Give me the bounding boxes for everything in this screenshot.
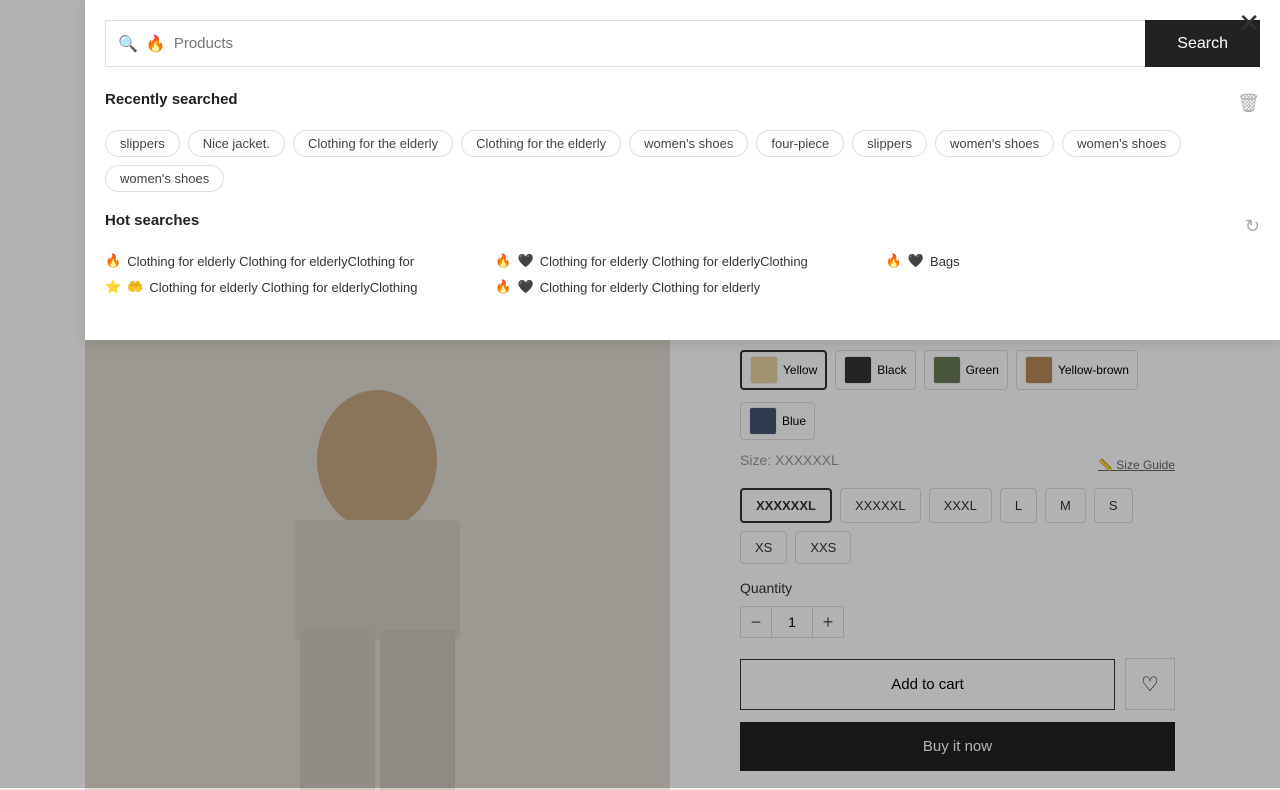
hot-searches-title: Hot searches: [105, 212, 199, 229]
hot-item-4-extra-icon: 🖤: [518, 279, 534, 295]
hot-item-1-extra-icon: 🖤: [518, 253, 534, 269]
recently-searched-title: Recently searched: [105, 91, 238, 108]
hot-item-4[interactable]: 🔥 🖤 Clothing for elderly Clothing for el…: [495, 279, 869, 295]
hot-item-3-icon: ⭐: [105, 279, 121, 295]
hot-item-1[interactable]: 🔥 🖤 Clothing for elderly Clothing for el…: [495, 253, 869, 269]
recent-tag-8[interactable]: women's shoes: [1062, 130, 1181, 157]
hot-item-3-extra-icon: 🤲: [127, 279, 143, 295]
fire-icon: 🔥: [146, 34, 166, 54]
hot-searches-header: Hot searches ↻: [105, 212, 1260, 241]
recent-tag-4[interactable]: women's shoes: [629, 130, 748, 157]
hot-item-4-text: Clothing for elderly Clothing for elderl…: [540, 280, 760, 295]
recent-tag-5[interactable]: four-piece: [756, 130, 844, 157]
recent-tags-container: slippers Nice jacket. Clothing for the e…: [105, 130, 1260, 192]
search-input[interactable]: [174, 21, 1133, 66]
recently-searched-header: Recently searched 🗑: [105, 91, 1260, 120]
hot-item-1-fire-icon: 🔥: [495, 253, 511, 269]
search-icon: 🔍: [118, 34, 138, 54]
hot-item-2-extra-icon: 🖤: [908, 253, 924, 269]
hot-item-0[interactable]: 🔥 Clothing for elderly Clothing for elde…: [105, 253, 479, 269]
hot-item-2-text: Bags: [930, 254, 960, 269]
hot-item-2-fire-icon: 🔥: [886, 253, 902, 269]
recent-tag-7[interactable]: women's shoes: [935, 130, 1054, 157]
close-button[interactable]: ✕: [1238, 10, 1260, 36]
hot-item-0-icon: 🔥: [105, 253, 121, 269]
hot-searches-grid: 🔥 Clothing for elderly Clothing for elde…: [105, 253, 1260, 295]
recent-tag-2[interactable]: Clothing for the elderly: [293, 130, 453, 157]
recent-tag-3[interactable]: Clothing for the elderly: [461, 130, 621, 157]
search-panel: 🔍 🔥 Search Recently searched 🗑 slippers …: [85, 0, 1280, 340]
recent-tag-1[interactable]: Nice jacket.: [188, 130, 285, 157]
refresh-icon[interactable]: ↻: [1245, 216, 1260, 237]
hot-item-2[interactable]: 🔥 🖤 Bags: [886, 253, 1260, 269]
search-input-wrap: 🔍 🔥: [105, 20, 1145, 67]
recent-tag-0[interactable]: slippers: [105, 130, 180, 157]
hot-item-4-fire-icon: 🔥: [495, 279, 511, 295]
clear-history-button[interactable]: 🗑: [1237, 93, 1260, 114]
hot-item-3-text: Clothing for elderly Clothing for elderl…: [149, 280, 417, 295]
search-bar-row: 🔍 🔥 Search: [105, 20, 1260, 67]
hot-item-3[interactable]: ⭐ 🤲 Clothing for elderly Clothing for el…: [105, 279, 479, 295]
hot-item-0-text: Clothing for elderly Clothing for elderl…: [127, 254, 414, 269]
hot-item-1-text: Clothing for elderly Clothing for elderl…: [540, 254, 808, 269]
recent-tag-9[interactable]: women's shoes: [105, 165, 224, 192]
recent-tag-6[interactable]: slippers: [852, 130, 927, 157]
